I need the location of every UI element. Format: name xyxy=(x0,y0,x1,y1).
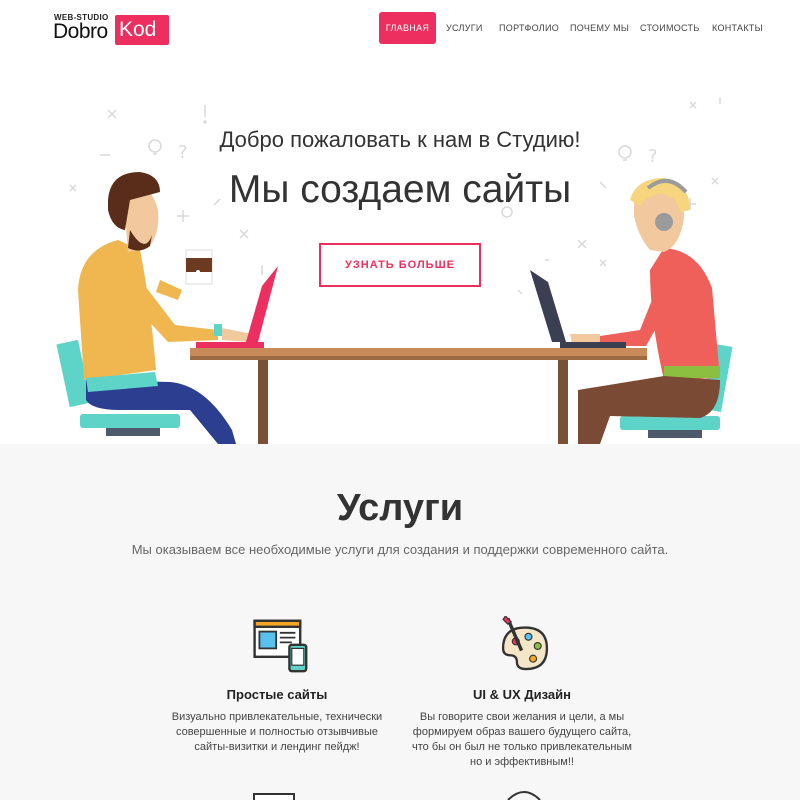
nav-item-home[interactable]: ГЛАВНАЯ xyxy=(379,12,436,44)
nav-item-why-us[interactable]: ПОЧЕМУ МЫ xyxy=(570,12,629,44)
nav-item-portfolio[interactable]: ПОРТФОЛИО xyxy=(499,12,559,44)
services-title: Услуги xyxy=(336,487,464,529)
logo-kod-badge: Kod xyxy=(115,15,169,45)
site-header: WEB-STUDIO Dobro Kod ГЛАВНАЯ УСЛУГИ ПОРТ… xyxy=(0,0,800,60)
palette-icon xyxy=(501,616,549,671)
nav-item-contacts[interactable]: КОНТАКТЫ xyxy=(712,12,763,44)
logo[interactable]: WEB-STUDIO Dobro Kod xyxy=(53,13,171,45)
services-subtitle: Мы оказываем все необходимые услуги для … xyxy=(131,542,669,557)
left-developer xyxy=(56,172,278,444)
services-section: Услуги Мы оказываем все необходимые услу… xyxy=(0,444,800,800)
hero-title: Мы создаем сайты xyxy=(228,168,572,211)
website-devices-icon xyxy=(253,619,308,673)
nav-item-services[interactable]: УСЛУГИ xyxy=(446,12,483,44)
service-title: Простые сайты xyxy=(226,687,328,702)
service-icon-partial xyxy=(507,791,541,800)
service-description: Визуально привлекательные, технически со… xyxy=(171,711,383,753)
service-title: UI & UX Дизайн xyxy=(473,687,571,702)
service-description: Вы говорите свои желания и цели, а мы фо… xyxy=(412,711,632,768)
hero-section: ? ? Добро пожаловать к нам в Студию! Мы … xyxy=(0,60,800,444)
service-icon-partial xyxy=(253,793,295,800)
hero-welcome-text: Добро пожаловать к нам в Студию! xyxy=(219,127,581,152)
nav-item-pricing[interactable]: СТОИМОСТЬ xyxy=(640,12,700,44)
learn-more-button[interactable]: УЗНАТЬ БОЛЬШЕ xyxy=(319,243,481,287)
logo-dobro-text: Dobro xyxy=(53,20,108,43)
